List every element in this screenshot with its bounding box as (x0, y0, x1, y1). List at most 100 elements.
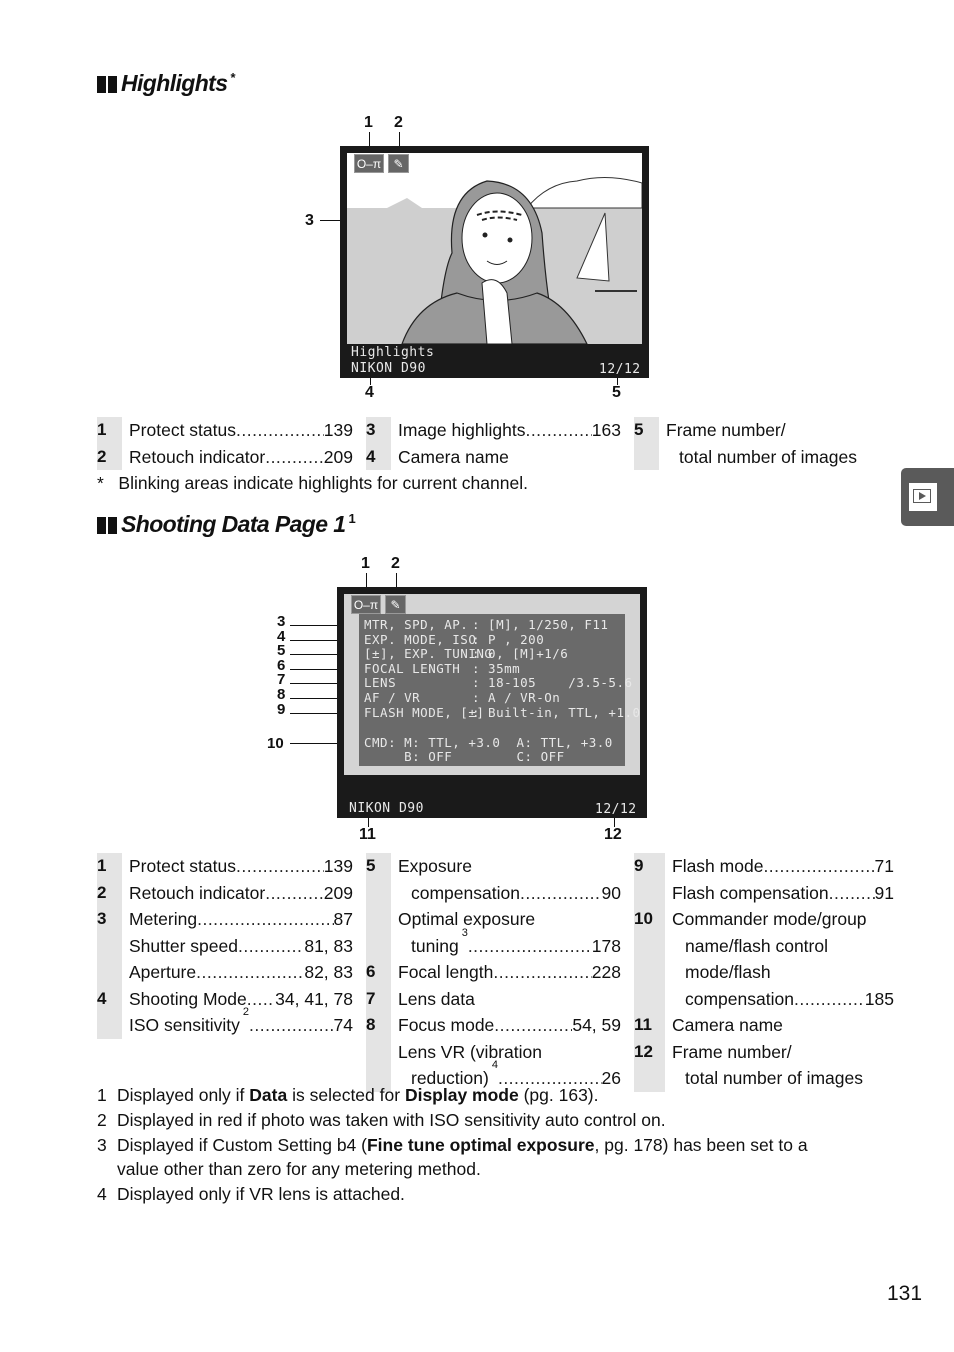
callout-9: 9 (277, 700, 286, 718)
page-reference[interactable]: 90 (602, 880, 621, 907)
legend-number (634, 933, 659, 960)
legend-item: tuning3 ................................… (398, 927, 621, 960)
shooting-row-value: : 35mm (472, 660, 521, 676)
page-reference[interactable]: 82, 83 (304, 959, 353, 986)
legend-number: 12 (634, 1041, 653, 1061)
legend-item: Aperture ...............................… (129, 959, 353, 986)
section-title-text: Highlights (121, 70, 228, 96)
legend-item: Frame number/ (672, 1041, 792, 1062)
legend-item: compensation ...........................… (398, 880, 621, 907)
lcd-screen-highlights: O‒π ✎ Highlights NIKON D90 12/12 (340, 146, 649, 378)
page-reference[interactable]: 87 (334, 906, 353, 933)
legend-item: compensation ...........................… (672, 986, 894, 1013)
legend-number: 7 (366, 988, 376, 1008)
title-footnote-mark: * (230, 70, 235, 85)
page-reference[interactable]: 71 (875, 853, 894, 880)
callout-2: 2 (391, 555, 400, 572)
legend-number (634, 959, 659, 986)
page-reference[interactable]: 139 (324, 853, 353, 880)
shooting-row-key: FLASH MODE, [±] (364, 704, 485, 720)
page-reference[interactable]: 139 (324, 417, 353, 444)
legend-item: Shutter speed ..........................… (129, 933, 353, 960)
legend-number: 4 (366, 446, 376, 466)
page-reference[interactable]: 26 (602, 1065, 621, 1092)
legend-column: 5 Frame number/ total number of images (634, 417, 896, 470)
legend-item: ISO sensitivity2 .......................… (129, 1007, 353, 1039)
legend-item: Focal length ...........................… (398, 959, 621, 986)
legend-item: name/flash control (685, 935, 828, 956)
page-reference[interactable]: 91 (875, 880, 894, 907)
legend-item: Flash compensation .....................… (672, 880, 894, 907)
callout-12: 12 (604, 826, 622, 843)
legend-item: Retouch indicator.......................… (129, 444, 353, 471)
shooting-row-key: FOCAL LENGTH (364, 660, 461, 676)
legend-item: mode/flash (685, 962, 771, 982)
legend-item: Camera name (672, 1015, 783, 1035)
footnote: 2 Displayed in red if photo was taken wit… (97, 1109, 666, 1130)
protect-key-icon: O‒π (354, 154, 384, 173)
page-reference[interactable]: 54, 59 (572, 1012, 621, 1039)
legend-item: Commander mode/group (672, 909, 867, 929)
retouch-brush-icon: ✎ (385, 595, 406, 614)
footnote: 1 Displayed only if Data is selected for … (97, 1085, 599, 1105)
sample-photo (347, 153, 642, 344)
camera-name: NIKON D90 (349, 801, 424, 816)
legend-number (634, 986, 659, 1013)
legend-item: Flash mode .............................… (672, 853, 894, 880)
section-title-highlights: Highlights * (97, 70, 236, 97)
footnote: * Blinking areas indicate highlights for… (97, 473, 528, 493)
legend-column: 5 6 7 8 Exposure compensation ...............… (366, 853, 621, 1092)
page-reference[interactable]: 81, 83 (304, 933, 353, 960)
page-reference[interactable]: 209 (324, 444, 353, 471)
shooting-row-key: EXP. MODE, ISO (364, 631, 477, 647)
legend-item: Retouch indicator ......................… (129, 880, 353, 907)
legend-number (366, 1039, 385, 1066)
legend-number (97, 933, 116, 960)
page-reference[interactable]: 178 (592, 933, 621, 960)
section-marker-icon (97, 76, 117, 93)
page-reference[interactable]: 228 (592, 959, 621, 986)
callout-5: 5 (612, 384, 621, 401)
playback-side-tab[interactable] (901, 468, 954, 526)
page-reference[interactable]: 74 (334, 1012, 353, 1039)
legend-item: Frame number/ (666, 420, 786, 440)
lcd-screen-shooting-data: O‒π ✎ MTR, SPD, AP.: [M], 1/250, F11 EXP.… (337, 587, 647, 818)
legend-number: 3 (366, 420, 376, 439)
page-reference[interactable]: 185 (865, 986, 894, 1013)
footnote: 3 Displayed if Custom Setting b4 (Fine tu… (97, 1134, 808, 1155)
footnote: 4 Displayed only if VR lens is attached. (97, 1184, 405, 1205)
section-title-shooting-data: Shooting Data Page 1 1 (97, 511, 356, 538)
shooting-row-value: : A / VR-On (472, 690, 561, 705)
legend-column: 1 2 Protect status......................… (97, 417, 353, 470)
legend-number (634, 880, 659, 907)
legend-number: 5 (366, 856, 376, 875)
legend-item: Camera name (398, 446, 509, 467)
shooting-row-value: : [M], 1/250, F11 (472, 617, 609, 632)
commander-line-2: B: OFF C: OFF (364, 749, 565, 764)
retouch-brush-icon: ✎ (388, 154, 409, 173)
page-reference[interactable]: 163 (592, 417, 621, 444)
camera-name: NIKON D90 (351, 361, 426, 376)
legend-item: Image highlights........................… (398, 417, 621, 444)
legend-number: 10 (634, 909, 653, 928)
shooting-row-key: LENS (364, 675, 397, 691)
legend-number: 11 (634, 1015, 652, 1034)
shooting-row-key: MTR, SPD, AP. (364, 617, 469, 632)
callout-10: 10 (267, 735, 284, 752)
legend-item: Protect status .........................… (129, 853, 353, 880)
legend-number: 8 (366, 1015, 376, 1034)
legend-item: total number of images (685, 1068, 864, 1088)
legend-number: 9 (634, 856, 644, 875)
page-reference[interactable]: 209 (324, 880, 353, 907)
page-number: 131 (887, 1282, 923, 1305)
page-reference[interactable]: 34, 41, 78 (275, 986, 353, 1013)
legend-number (366, 880, 385, 907)
overlay-label: Highlights (351, 345, 435, 360)
callout-11: 11 (359, 826, 376, 843)
shooting-row-value: : P , 200 (472, 631, 545, 647)
legend-number (97, 959, 116, 986)
footnote: value other than zero for any metering m… (117, 1159, 481, 1180)
callout-1: 1 (361, 555, 370, 572)
legend-item: Metering ...............................… (129, 906, 353, 933)
legend-number: 6 (366, 962, 376, 981)
